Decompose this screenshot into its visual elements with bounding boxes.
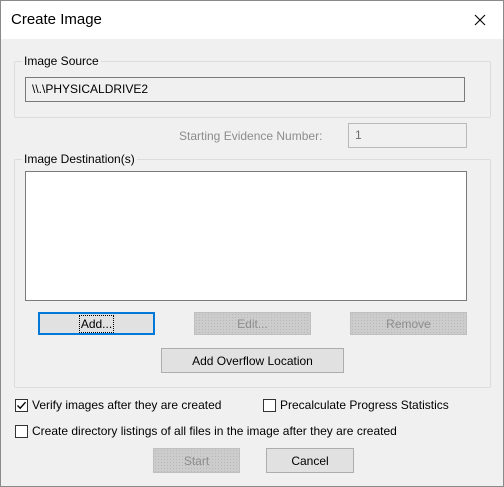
cancel-label: Cancel <box>291 453 329 468</box>
start-button[interactable]: Start <box>153 448 240 473</box>
starting-evidence-field: 1 <box>348 123 467 148</box>
destination-list[interactable] <box>25 171 467 301</box>
starting-evidence-label: Starting Evidence Number: <box>179 129 323 143</box>
precalculate-progress-checkbox[interactable] <box>263 398 276 412</box>
close-button[interactable] <box>457 1 503 39</box>
add-overflow-location-label: Add Overflow Location <box>192 353 313 368</box>
verify-images-option[interactable]: Verify images after they are created <box>15 398 221 412</box>
remove-destination-button[interactable]: Remove <box>350 312 467 335</box>
image-source-field: \\.\PHYSICALDRIVE2 <box>25 77 465 102</box>
edit-destination-button[interactable]: Edit... <box>194 312 311 335</box>
add-destination-button[interactable]: Add... <box>38 312 155 335</box>
create-image-dialog: Create Image Image Source \\.\PHYSICALDR… <box>0 0 504 487</box>
edit-destination-label: Edit... <box>237 316 268 331</box>
close-icon <box>474 14 486 26</box>
verify-images-label: Verify images after they are created <box>32 398 222 412</box>
start-label: Start <box>183 453 210 468</box>
window-title: Create Image <box>11 11 102 28</box>
verify-images-checkbox[interactable] <box>15 398 28 412</box>
checkmark-icon <box>17 401 27 409</box>
remove-destination-label: Remove <box>386 316 431 331</box>
precalculate-progress-option[interactable]: Precalculate Progress Statistics <box>263 398 449 412</box>
add-overflow-location-button[interactable]: Add Overflow Location <box>161 348 344 373</box>
directory-listings-checkbox[interactable] <box>15 424 28 438</box>
precalculate-progress-label: Precalculate Progress Statistics <box>280 398 449 412</box>
title-bar: Create Image <box>1 1 503 39</box>
image-source-label: Image Source <box>22 54 101 68</box>
directory-listings-option[interactable]: Create directory listings of all files i… <box>15 424 397 438</box>
add-destination-label: Add... <box>78 314 115 333</box>
cancel-button[interactable]: Cancel <box>266 448 354 473</box>
directory-listings-label: Create directory listings of all files i… <box>32 424 397 438</box>
image-destination-label: Image Destination(s) <box>22 152 137 166</box>
